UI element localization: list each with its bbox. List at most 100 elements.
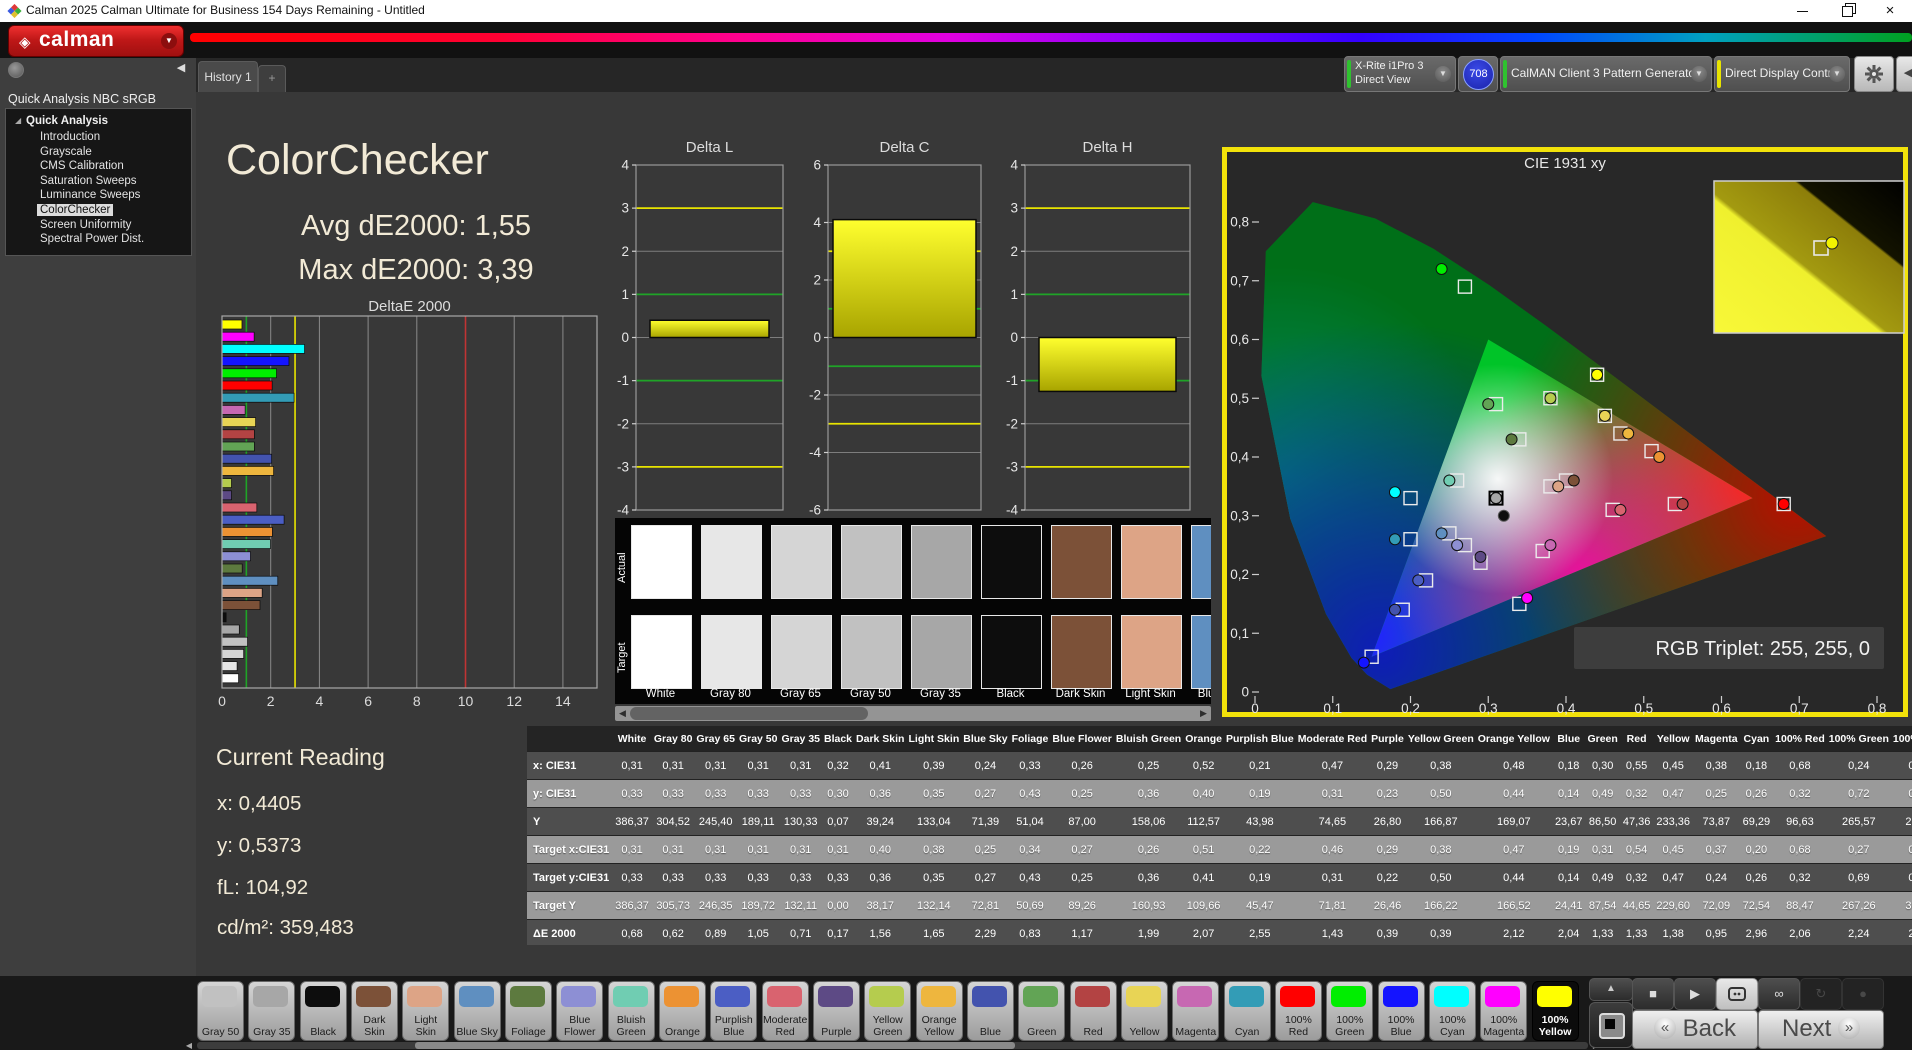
- patch-button-black[interactable]: Black: [299, 981, 347, 1041]
- patch-button-100-magenta[interactable]: 100% Magenta: [1480, 981, 1528, 1041]
- table-cell: 72,09: [1693, 891, 1740, 920]
- patch-button-100-green[interactable]: 100% Green: [1326, 981, 1374, 1041]
- tab-add-button[interactable]: +: [258, 65, 286, 92]
- svg-text:0,6: 0,6: [1712, 701, 1731, 716]
- table-cell: 0,62: [651, 919, 695, 945]
- sidebar-item-grayscale[interactable]: Grayscale: [40, 146, 92, 158]
- scrollbar-thumb[interactable]: [415, 1042, 1015, 1049]
- bar-Dark Skin: [221, 600, 261, 610]
- stop-button[interactable]: ■: [1632, 978, 1674, 1010]
- scrollbar-thumb[interactable]: [630, 707, 868, 720]
- row-label: Target y:CIE31: [527, 863, 613, 892]
- patch-button-yellow-green[interactable]: Yellow Green: [864, 981, 912, 1041]
- patch-button-red[interactable]: Red: [1069, 981, 1117, 1041]
- patch-button-light-skin[interactable]: Light Skin: [402, 981, 450, 1041]
- patch-button-green[interactable]: Green: [1018, 981, 1066, 1041]
- sidebar-collapse-icon[interactable]: ◀: [172, 61, 190, 77]
- patch-button-magenta[interactable]: Magenta: [1172, 981, 1220, 1041]
- minimize-button[interactable]: [1782, 0, 1822, 22]
- scroll-left-icon[interactable]: ◀: [183, 1040, 195, 1050]
- patch-button-blue-sky[interactable]: Blue Sky: [453, 981, 501, 1041]
- svg-text:-4: -4: [1006, 503, 1018, 518]
- display-control-dropdown[interactable]: Direct Display Control ▼: [1714, 56, 1850, 92]
- tree-expand-icon[interactable]: ◢: [15, 116, 21, 125]
- record-icon: ●: [1859, 986, 1867, 1001]
- actual-swatch-gray-65: [771, 525, 832, 599]
- sidebar-item-luminance-sweeps[interactable]: Luminance Sweeps: [40, 189, 140, 201]
- tab-history-1[interactable]: History 1: [198, 61, 258, 92]
- patch-color-chip: [1074, 986, 1110, 1007]
- meter-status-bar: [1347, 60, 1351, 88]
- refresh-button[interactable]: ↻: [1800, 978, 1842, 1010]
- table-cell: 0,46: [1295, 835, 1370, 864]
- patch-button-yellow[interactable]: Yellow: [1120, 981, 1168, 1041]
- measured-marker-100% Green: [1435, 263, 1448, 275]
- patch-button-purple[interactable]: Purple: [812, 981, 860, 1041]
- bar-Foliage: [221, 563, 243, 574]
- patch-button-100-yellow[interactable]: 100% Yellow: [1531, 981, 1579, 1041]
- patch-button-blue[interactable]: Blue: [966, 981, 1014, 1041]
- sidebar-item-screen-uniformity[interactable]: Screen Uniformity: [40, 219, 131, 231]
- patch-bar-scrollbar[interactable]: ◀ ▶: [186, 1041, 1599, 1050]
- stop-pattern-button[interactable]: [1589, 1002, 1633, 1048]
- patch-button-blue-flower[interactable]: Blue Flower: [556, 981, 604, 1041]
- patch-button-bluish-green[interactable]: Bluish Green: [607, 981, 655, 1041]
- scroll-left-icon[interactable]: ◀: [616, 707, 629, 720]
- table-cell: 0,39: [1405, 919, 1476, 945]
- patch-button-100-red[interactable]: 100% Red: [1274, 981, 1322, 1041]
- workflow-options-button[interactable]: [8, 62, 24, 78]
- settings-button[interactable]: [1854, 56, 1894, 92]
- table-col-gray-65: Gray 65: [694, 726, 737, 752]
- svg-text:0: 0: [1241, 685, 1249, 700]
- collapse-panel-button[interactable]: ▲: [1589, 978, 1633, 1001]
- sidebar-item-cms-calibration[interactable]: CMS Calibration: [40, 160, 124, 172]
- patch-button-orange[interactable]: Orange: [658, 981, 706, 1041]
- table-col-dark-skin: Dark Skin: [854, 726, 907, 752]
- swatch-scrollbar[interactable]: ◀ ▶: [615, 706, 1211, 721]
- panel-collapse-button[interactable]: ◀: [1896, 56, 1912, 92]
- sidebar-item-spectral-power-dist-[interactable]: Spectral Power Dist.: [40, 233, 144, 245]
- patch-button-cyan[interactable]: Cyan: [1223, 981, 1271, 1041]
- pattern-generator-dropdown[interactable]: CalMAN Client 3 Pattern Generator ▼: [1500, 56, 1712, 92]
- patch-color-chip: [1023, 986, 1059, 1007]
- table-cell: 0,32: [1619, 863, 1654, 892]
- tree-root-item[interactable]: Quick Analysis: [26, 115, 108, 127]
- patch-button-gray-35[interactable]: Gray 35: [248, 981, 296, 1041]
- delta-h-chart: Delta H 4 3 2 1 0 -1 -2 -3 -4: [986, 136, 1200, 523]
- table-cell: 0,17: [822, 919, 855, 945]
- table-row: x: CIE31 0,31 0,31 0,31 0,31 0,31 0,32 0,41 0,39…: [527, 751, 1912, 780]
- stop-square-icon: [1599, 1013, 1625, 1039]
- patch-button-orange-yellow[interactable]: Orange Yellow: [915, 981, 963, 1041]
- patch-button-moderate-red[interactable]: Moderate Red: [761, 981, 809, 1041]
- restore-button[interactable]: [1827, 0, 1867, 22]
- pattern-window-button[interactable]: [1716, 978, 1758, 1010]
- table-col-100-blue: 100% Blue: [1890, 726, 1912, 752]
- patch-button-foliage[interactable]: Foliage: [504, 981, 552, 1041]
- sidebar-item-saturation-sweeps[interactable]: Saturation Sweeps: [40, 175, 137, 187]
- patch-button-100-blue[interactable]: 100% Blue: [1377, 981, 1425, 1041]
- sidebar-item-introduction[interactable]: Introduction: [40, 131, 100, 143]
- row-label: x: CIE31: [527, 751, 613, 780]
- table-cell: 0,31: [822, 835, 855, 864]
- measured-marker-Yellow Green: [1544, 392, 1557, 405]
- table-col-red: Red: [1619, 726, 1654, 752]
- sidebar-item-colorchecker[interactable]: ColorChecker: [37, 204, 114, 216]
- loop-button[interactable]: ∞: [1758, 978, 1800, 1010]
- meter-dropdown[interactable]: X-Rite i1Pro 3 Direct View ▼: [1344, 56, 1456, 92]
- meter-badge-button[interactable]: 708: [1458, 56, 1498, 92]
- calman-menu-button[interactable]: ◈ calman ▼: [8, 25, 184, 57]
- measured-marker-Blue Sky: [1435, 527, 1448, 540]
- back-button[interactable]: « Back: [1632, 1010, 1758, 1049]
- table-cell: 69,29: [1739, 807, 1774, 836]
- scroll-right-icon[interactable]: ▶: [1197, 707, 1210, 720]
- close-button[interactable]: ×: [1870, 0, 1910, 22]
- record-button[interactable]: ●: [1842, 978, 1884, 1010]
- table-cell: 0,68: [1773, 835, 1827, 864]
- patch-button-purplish-blue[interactable]: Purplish Blue: [710, 981, 758, 1041]
- patch-button-dark-skin[interactable]: Dark Skin: [350, 981, 398, 1041]
- bar-Purplish Blue: [221, 514, 285, 525]
- play-button[interactable]: ▶: [1674, 978, 1716, 1010]
- patch-button-100-cyan[interactable]: 100% Cyan: [1428, 981, 1476, 1041]
- next-button[interactable]: Next »: [1758, 1010, 1884, 1049]
- patch-button-gray-50[interactable]: Gray 50: [197, 981, 244, 1041]
